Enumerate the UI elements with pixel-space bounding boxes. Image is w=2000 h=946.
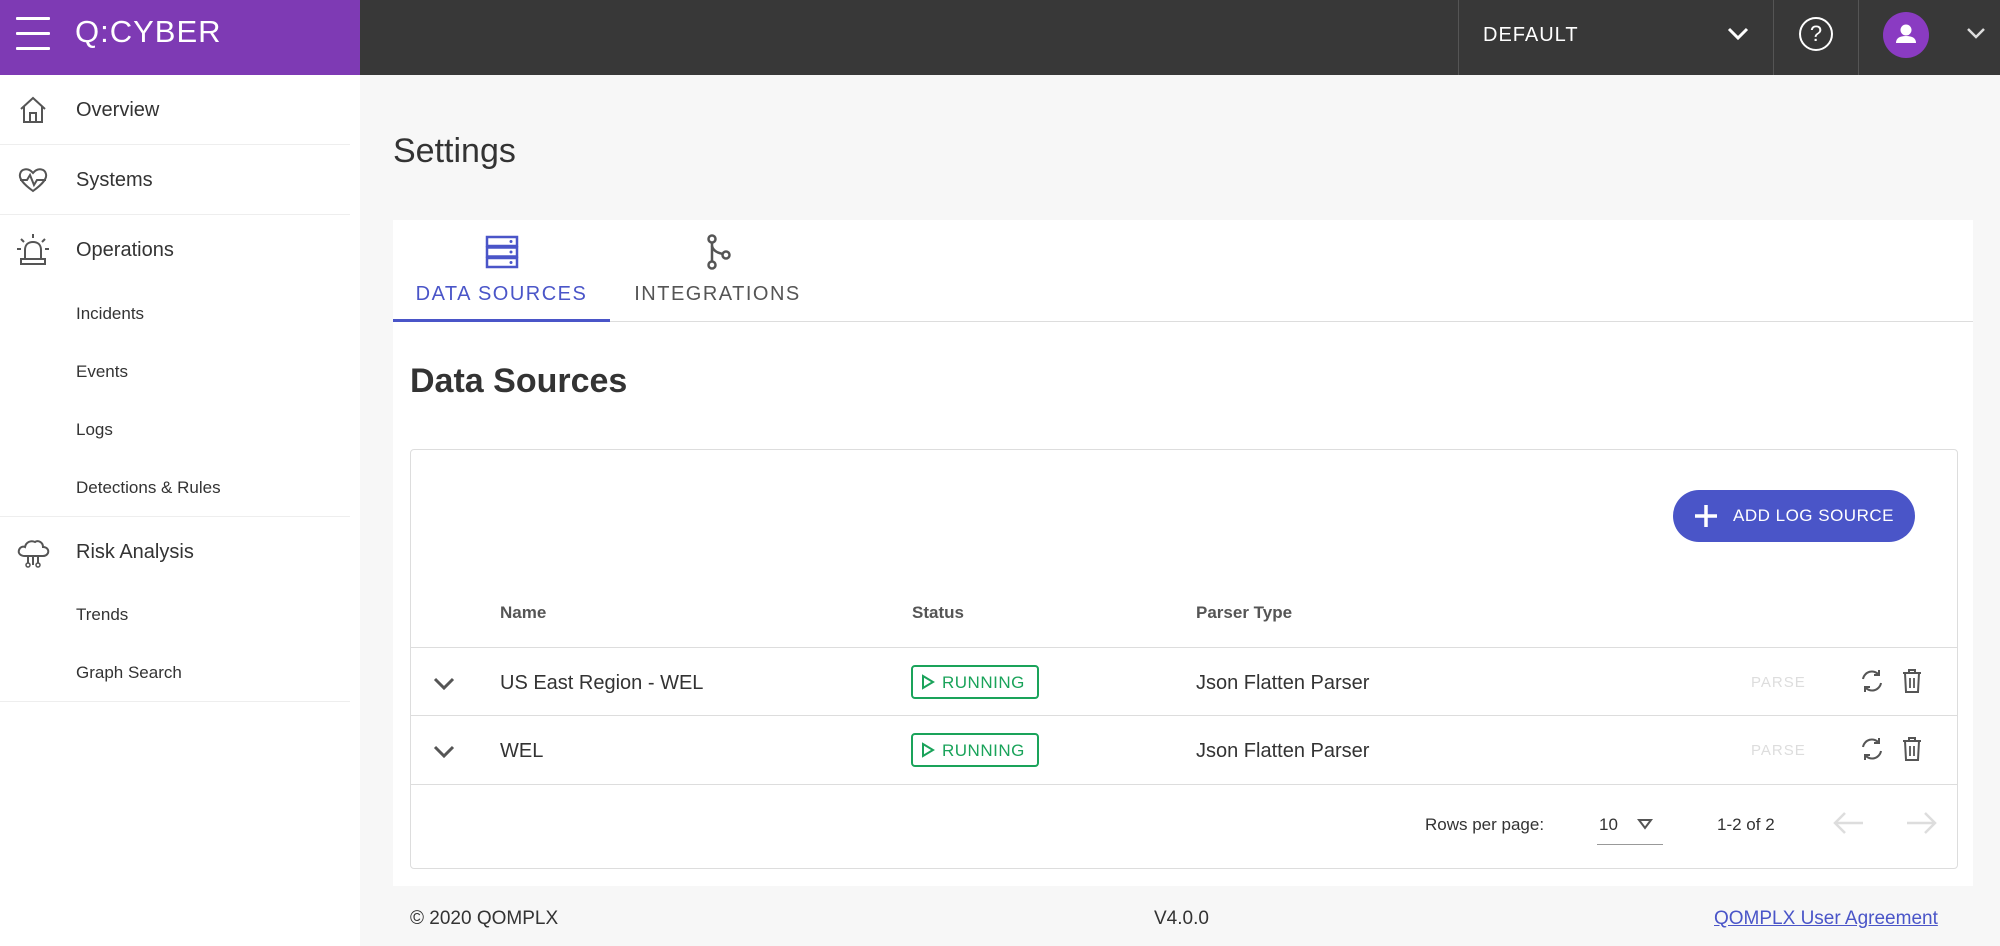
parse-button[interactable]: PARSE (1751, 674, 1806, 691)
rows-per-page-value: 10 (1599, 815, 1618, 834)
settings-tabs: DATA SOURCES INTEGRATIONS (393, 220, 1973, 322)
column-header-status[interactable]: Status (912, 603, 964, 623)
tab-label: INTEGRATIONS (634, 283, 801, 305)
refresh-icon[interactable] (1859, 668, 1885, 694)
page-title: Settings (393, 132, 516, 170)
add-log-source-button[interactable]: ADD LOG SOURCE (1673, 490, 1915, 542)
table-row: US East Region - WEL RUNNING Json Flatte… (411, 647, 1957, 716)
menu-icon[interactable] (16, 17, 50, 51)
sidebar-subitem-events[interactable]: Events (76, 362, 128, 382)
status-badge: RUNNING (911, 665, 1039, 699)
sidebar-item-overview[interactable]: Overview (0, 75, 350, 145)
app-logo[interactable]: Q:CYBER (75, 14, 222, 50)
footer-copyright: © 2020 QOMPLX (410, 908, 559, 929)
sidebar-item-label: Risk Analysis (76, 541, 194, 563)
sidebar-item-systems[interactable]: Systems (0, 145, 350, 215)
trash-icon[interactable] (1901, 668, 1923, 694)
sidebar-item-operations[interactable]: Operations (0, 215, 350, 285)
arrow-left-icon[interactable] (1831, 805, 1867, 841)
rows-per-page-label: Rows per page: (1425, 815, 1545, 834)
rows-per-page-select[interactable]: 10 (1597, 807, 1663, 845)
divider (411, 784, 1957, 785)
server-icon (485, 235, 518, 269)
divider (0, 701, 350, 702)
expand-chevron-icon[interactable] (431, 670, 457, 696)
status-label: RUNNING (942, 741, 1025, 760)
status-label: RUNNING (942, 673, 1025, 692)
sidebar-item-risk-analysis[interactable]: Risk Analysis (0, 517, 350, 587)
top-bar: Q:CYBER DEFAULT ? (0, 0, 2000, 75)
sidebar-subitem-incidents[interactable]: Incidents (76, 304, 144, 324)
help-button[interactable]: ? (1774, 0, 1859, 75)
git-branch-icon (706, 234, 731, 270)
environment-select[interactable]: DEFAULT (1458, 0, 1774, 75)
sidebar-item-label: Overview (76, 99, 160, 121)
trash-icon[interactable] (1901, 736, 1923, 762)
refresh-icon[interactable] (1859, 736, 1885, 762)
brand-area: Q:CYBER (0, 0, 360, 75)
column-header-name[interactable]: Name (500, 603, 546, 623)
alarm-light-icon (17, 234, 49, 265)
user-agreement-link[interactable]: QOMPLX User Agreement (1714, 908, 1938, 930)
sidebar: Overview Systems Operations Incidents Ev… (0, 75, 360, 946)
column-header-parser-type[interactable]: Parser Type (1196, 603, 1292, 623)
sidebar-subitem-logs[interactable]: Logs (76, 420, 113, 440)
chevron-down-icon (1727, 27, 1749, 41)
play-icon (922, 674, 935, 690)
sidebar-item-label: Operations (76, 239, 174, 261)
pagination-range: 1-2 of 2 (1717, 815, 1775, 834)
footer-version: V4.0.0 (1154, 908, 1209, 929)
parse-button[interactable]: PARSE (1751, 742, 1806, 759)
plus-icon (1695, 505, 1717, 527)
section-title: Data Sources (410, 362, 628, 400)
chevron-down-icon (1967, 28, 1985, 39)
tab-data-sources[interactable]: DATA SOURCES (393, 220, 610, 322)
row-name: WEL (500, 740, 544, 762)
home-icon (20, 96, 46, 123)
user-menu[interactable] (1859, 0, 2000, 75)
heart-pulse-icon (18, 168, 48, 193)
tab-label: DATA SOURCES (415, 283, 588, 305)
cloud-network-icon (17, 540, 50, 568)
sidebar-subitem-trends[interactable]: Trends (76, 605, 128, 625)
tab-integrations[interactable]: INTEGRATIONS (610, 220, 825, 322)
help-icon: ? (1799, 17, 1833, 51)
data-sources-table: ADD LOG SOURCE Name Status Parser Type U… (410, 449, 1958, 869)
user-icon (1896, 24, 1916, 43)
status-badge: RUNNING (911, 733, 1039, 767)
add-button-label: ADD LOG SOURCE (1733, 506, 1894, 525)
row-name: US East Region - WEL (500, 672, 704, 694)
sidebar-subitem-graph-search[interactable]: Graph Search (76, 663, 182, 683)
expand-chevron-icon[interactable] (431, 738, 457, 764)
play-icon (922, 742, 935, 758)
sidebar-item-label: Systems (76, 169, 153, 191)
arrow-right-icon[interactable] (1903, 805, 1939, 841)
caret-down-icon (1637, 819, 1653, 830)
environment-label: DEFAULT (1483, 24, 1579, 46)
sidebar-subitem-detections-rules[interactable]: Detections & Rules (76, 478, 221, 498)
row-parser: Json Flatten Parser (1196, 740, 1370, 762)
table-row: WEL RUNNING Json Flatten Parser PARSE (411, 715, 1957, 784)
avatar[interactable] (1883, 12, 1929, 58)
row-parser: Json Flatten Parser (1196, 672, 1370, 694)
data-sources-panel: Data Sources ADD LOG SOURCE Name Status … (393, 322, 1973, 886)
